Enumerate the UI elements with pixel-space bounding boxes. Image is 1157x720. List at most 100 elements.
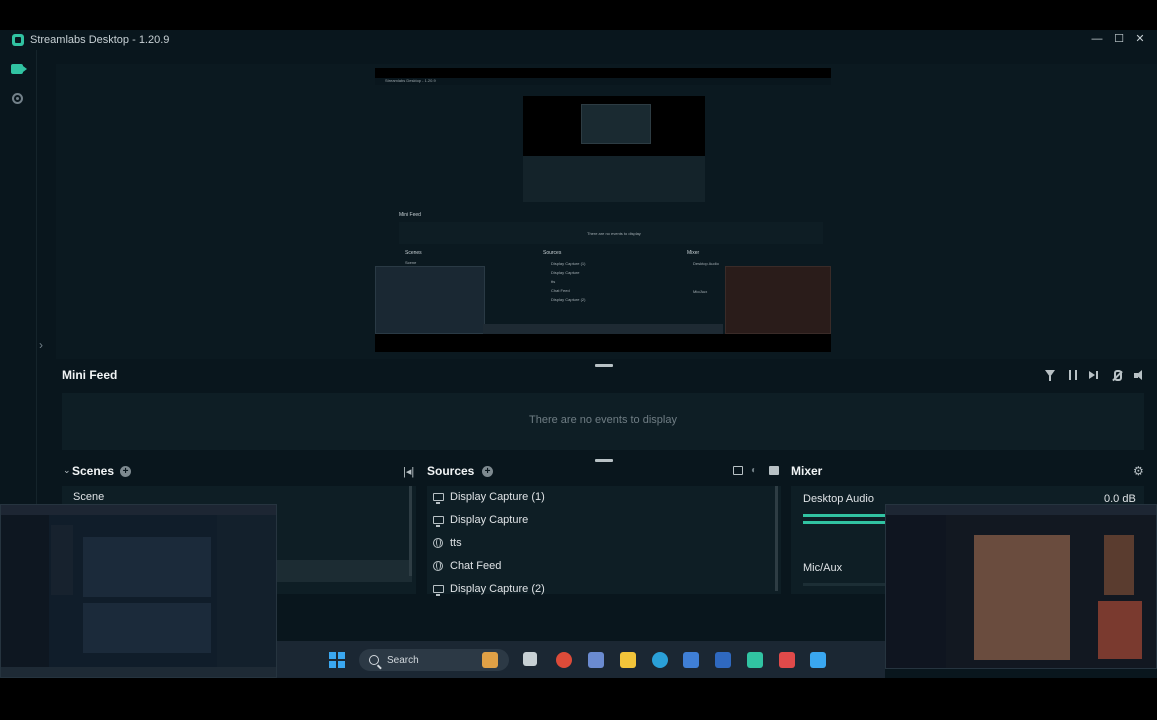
source-group-icon[interactable] xyxy=(733,466,743,475)
source-item-label: Chat Feed xyxy=(450,560,502,572)
search-icon xyxy=(369,655,379,665)
taskbar-search-label: Search xyxy=(387,654,419,666)
window-title: Streamlabs Desktop - 1.20.9 xyxy=(30,34,170,46)
globe-icon xyxy=(433,561,443,571)
overlay-card xyxy=(83,603,211,653)
volume-slider-fill xyxy=(803,521,896,524)
resize-grip[interactable] xyxy=(595,459,613,462)
screen: Streamlabs Desktop - 1.20.9 — ☐ ✕ › Stre… xyxy=(0,0,1157,720)
nested-thumbnail-left xyxy=(375,266,485,334)
close-button[interactable]: ✕ xyxy=(1133,32,1147,46)
source-item-label: Display Capture (1) xyxy=(450,491,545,503)
nested-thumbnail-right xyxy=(725,266,831,334)
mixer-channel-name: Desktop Audio xyxy=(803,493,874,505)
nested-source-item: Chat Feed xyxy=(551,288,570,293)
overlay-subnav xyxy=(51,525,73,595)
file-explorer-icon[interactable] xyxy=(620,652,636,668)
nested-source-item: Display Capture xyxy=(551,270,580,275)
source-item-label: Display Capture xyxy=(450,514,529,526)
globe-icon xyxy=(433,538,443,548)
add-source-icon[interactable]: + xyxy=(482,466,493,477)
overlay-tabbar xyxy=(886,505,1156,515)
overlay-tabbar xyxy=(1,505,276,515)
overlay-photo xyxy=(974,535,1070,660)
source-item[interactable]: Display Capture (1) xyxy=(433,487,545,507)
windows-start-icon[interactable] xyxy=(329,652,345,668)
add-scene-icon[interactable]: + xyxy=(120,466,131,477)
stream-preview[interactable]: Streamlabs Desktop - 1.20.9 Mini Feed Th… xyxy=(375,68,831,352)
maximize-button[interactable]: ☐ xyxy=(1112,32,1126,46)
minimize-button[interactable]: — xyxy=(1090,32,1104,46)
sources-scrollbar[interactable] xyxy=(775,486,778,591)
overlay-window-thumbnail-left xyxy=(0,504,277,678)
nested-sources-title: Sources xyxy=(543,250,562,256)
nested-minifeed-empty: There are no events to display xyxy=(587,231,641,236)
mini-feed-toolbar xyxy=(1045,370,1145,384)
nested-title-bar xyxy=(375,78,831,85)
source-item[interactable]: Display Capture (2) xyxy=(433,579,545,599)
camera-icon[interactable] xyxy=(11,64,27,74)
filter-icon[interactable] xyxy=(1045,370,1055,381)
scene-transition-icon[interactable]: |◂| xyxy=(403,465,414,478)
overlay-window-thumbnail-right xyxy=(885,504,1157,669)
nested-micaux: Mic/Aux xyxy=(693,289,708,294)
resize-grip[interactable] xyxy=(595,364,613,367)
nested-inner-preview xyxy=(581,104,651,144)
nested-preview xyxy=(523,96,705,202)
outlook-icon[interactable] xyxy=(683,652,699,668)
source-folder-icon[interactable] xyxy=(769,466,779,475)
nested-taskbar xyxy=(483,324,723,334)
nested-minifeed-title: Mini Feed xyxy=(399,212,421,218)
streamlabs-logo-icon xyxy=(12,34,24,46)
edge-icon[interactable] xyxy=(652,652,668,668)
mini-feed-box: There are no events to display xyxy=(62,393,1144,450)
widget-icon[interactable] xyxy=(482,652,498,668)
source-item[interactable]: tts xyxy=(433,533,462,553)
title-bar: Streamlabs Desktop - 1.20.9 — ☐ ✕ xyxy=(0,30,1157,50)
overlay-taskbar xyxy=(1,667,276,677)
nested-scene-item: Scene xyxy=(405,260,417,265)
source-link-icon[interactable]: ◐ xyxy=(751,465,757,476)
source-item[interactable]: Chat Feed xyxy=(433,556,501,576)
overlay-sidebar xyxy=(1,515,49,667)
nested-source-item: Display Capture (1) xyxy=(551,261,586,266)
nested-desktop-audio: Desktop Audio xyxy=(693,261,719,266)
skip-icon[interactable] xyxy=(1089,370,1099,380)
gear-icon[interactable]: ⚙ xyxy=(1133,464,1144,478)
overlay-card xyxy=(83,537,211,597)
task-view-icon[interactable] xyxy=(523,652,537,666)
pause-icon[interactable] xyxy=(1069,370,1077,380)
nested-source-item: Display Capture (2) xyxy=(551,297,586,302)
mixer-title: Mixer xyxy=(791,464,823,478)
overlay-chat xyxy=(217,515,276,667)
source-item[interactable]: Display Capture xyxy=(433,510,528,530)
scenes-title: Scenes xyxy=(72,464,115,478)
record-icon[interactable] xyxy=(12,93,23,104)
streamlabs-taskbar-icon[interactable] xyxy=(747,652,763,668)
nested-mixer-title: Mixer xyxy=(687,250,700,256)
chevron-right-icon[interactable]: › xyxy=(39,338,49,352)
chevron-down-icon[interactable]: ⌄ xyxy=(63,465,71,476)
sources-list: Display Capture (1) Display Capture tts … xyxy=(427,486,781,596)
source-item-label: tts xyxy=(450,537,462,549)
nested-inner-panels xyxy=(523,156,705,202)
volume-meter-fill xyxy=(803,514,896,517)
mute-icon[interactable] xyxy=(1111,370,1122,381)
speaker-icon[interactable] xyxy=(1134,370,1145,381)
app-icon[interactable] xyxy=(588,652,604,668)
mini-feed-title: Mini Feed xyxy=(62,368,118,382)
sources-title: Sources xyxy=(427,464,475,478)
overlay-sidebar xyxy=(886,515,946,668)
source-item-label: Display Capture (2) xyxy=(450,583,545,595)
app-icon[interactable] xyxy=(779,652,795,668)
photos-icon[interactable] xyxy=(810,652,826,668)
monitor-icon xyxy=(433,493,444,504)
mini-feed-empty-text: There are no events to display xyxy=(529,414,677,426)
windows-taskbar: Search xyxy=(277,641,885,678)
nested-title: Streamlabs Desktop - 1.20.9 xyxy=(385,78,436,83)
scenes-scrollbar[interactable] xyxy=(409,486,412,576)
overlay-thumb xyxy=(1104,535,1134,595)
monitor-icon xyxy=(433,585,444,596)
store-icon[interactable] xyxy=(715,652,731,668)
chrome-icon[interactable] xyxy=(556,652,572,668)
